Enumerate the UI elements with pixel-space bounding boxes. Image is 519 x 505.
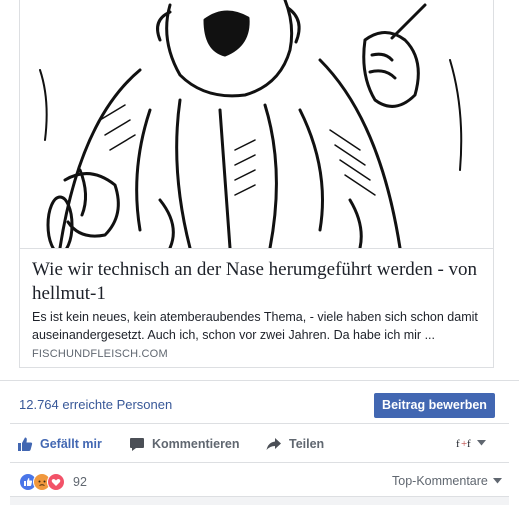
link-domain: FISCHUNDFLEISCH.COM [32,348,168,360]
reactions-summary[interactable]: 92 [19,473,87,491]
like-label: Gefällt mir [40,437,102,451]
link-description: Es ist kein neues, kein atemberaubendes … [32,310,478,342]
link-title[interactable]: Wie wir technisch an der Nase herumgefüh… [32,258,482,306]
divider [10,423,509,424]
caret-down-icon [492,478,502,484]
comment-label: Kommentieren [152,437,240,451]
share-arrow-icon [266,438,281,450]
page-selector-dropdown[interactable]: f + f [455,436,486,450]
link-preview-card[interactable]: Wie wir technisch an der Nase herumgefüh… [19,0,494,368]
like-button[interactable]: Gefällt mir [17,434,102,454]
divider [10,462,509,463]
cartoon-image [39,0,463,248]
article-illustration[interactable] [20,0,493,249]
sort-label: Top-Kommentare [392,474,488,488]
page-avatar-icon: f + f [456,438,471,450]
svg-text:f: f [467,438,471,450]
reaction-count: 92 [73,475,87,489]
promote-post-button[interactable]: Beitrag bewerben [374,393,495,418]
love-reaction-icon [47,473,65,491]
comment-button[interactable]: Kommentieren [129,434,240,454]
share-label: Teilen [289,437,325,451]
thumbs-up-icon [18,437,33,451]
reach-count-link[interactable]: 12.764 erreichte Personen [19,397,172,412]
caret-down-icon [477,440,486,446]
svg-text:f: f [456,438,460,450]
speech-bubble-icon [130,438,144,451]
divider [0,380,519,381]
comment-sort-dropdown[interactable]: Top-Kommentare [392,474,502,488]
share-button[interactable]: Teilen [265,434,324,454]
